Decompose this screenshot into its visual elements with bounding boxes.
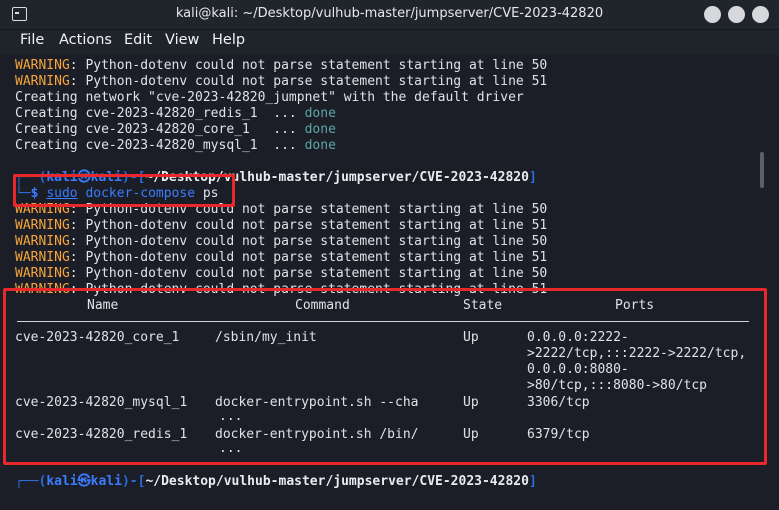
maximize-button[interactable] [728,6,745,23]
menu-file[interactable]: File [20,32,44,48]
menu-view[interactable]: View [165,32,199,48]
warning-line: WARNING: Python-dotenv could not parse s… [15,250,548,265]
window-title: kali@kali: ~/Desktop/vulhub-master/jumps… [175,6,604,21]
warning-line: WARNING: Python-dotenv could not parse s… [15,266,548,281]
close-button[interactable] [752,6,769,23]
output-line: WARNING: Python-dotenv could not parse s… [15,74,548,89]
highlight-command-box [13,174,235,207]
scrollbar[interactable] [760,152,764,188]
menu-edit[interactable]: Edit [124,32,152,48]
menu-bar: File Actions Edit View Help [0,30,779,54]
output-line: Creating cve-2023-42820_core_1 ... done [15,122,336,137]
highlight-table-box [3,288,767,465]
output-line: Creating cve-2023-42820_redis_1 ... done [15,106,336,121]
menu-help[interactable]: Help [212,32,245,48]
output-line: Creating network "cve-2023-42820_jumpnet… [15,90,524,105]
warning-line: WARNING: Python-dotenv could not parse s… [15,234,548,249]
output-line: Creating cve-2023-42820_mysql_1 ... done [15,138,336,153]
menu-actions[interactable]: Actions [59,32,112,48]
warning-line: WARNING: Python-dotenv could not parse s… [15,218,548,233]
prompt-line: ┌──(kali㉿kali)-[~/Desktop/vulhub-master/… [15,474,537,489]
output-line: WARNING: Python-dotenv could not parse s… [15,58,548,73]
title-bar: kali@kali: ~/Desktop/vulhub-master/jumps… [0,0,779,30]
minimize-button[interactable] [704,6,721,23]
